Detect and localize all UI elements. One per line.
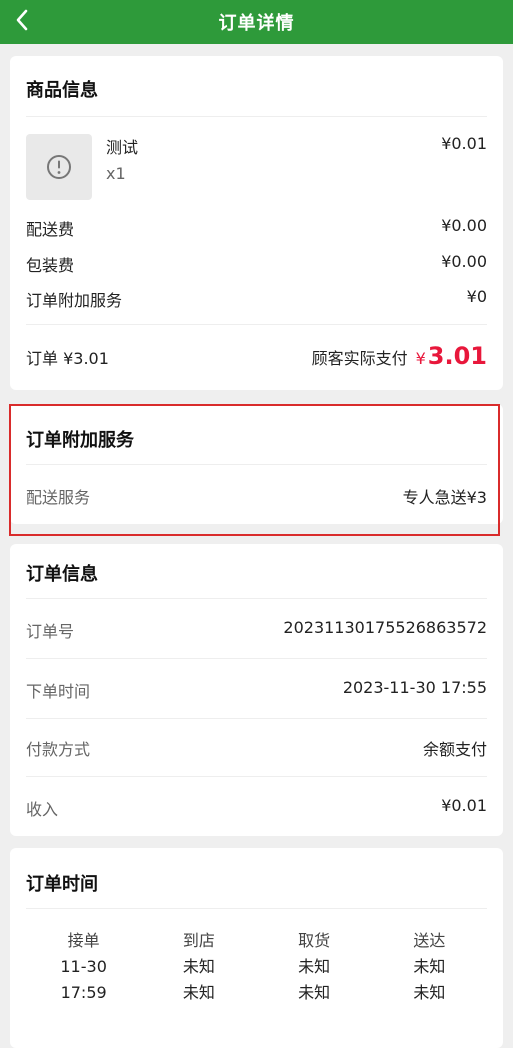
delivery-fee-label: 配送费 (26, 220, 75, 239)
customer-paid-amount: 3.01 (427, 342, 487, 370)
timeline-label: 取货 (298, 931, 331, 950)
product-name: 测试 (106, 138, 139, 157)
top-bar: 订单详情 (0, 0, 513, 44)
timeline-accepted: 接单 11-30 17:59 (26, 928, 141, 1006)
divider (26, 324, 487, 325)
order-info-title: 订单信息 (26, 564, 98, 585)
timeline-value: 未知 (413, 957, 446, 976)
income-label: 收入 (26, 800, 59, 819)
timeline-value: 未知 (298, 957, 331, 976)
timeline-picked-up: 取货 未知 未知 (257, 928, 372, 1006)
timeline-arrived: 到店 未知 未知 (141, 928, 256, 1006)
packing-fee-value: ¥0.00 (441, 252, 487, 271)
customer-paid-label: 顾客实际支付 (311, 349, 408, 368)
divider (26, 718, 487, 719)
delivery-fee-value: ¥0.00 (441, 216, 487, 235)
delivery-service-value: 专人急送¥3 (402, 488, 487, 507)
order-timeline: 接单 11-30 17:59 到店 未知 未知 取货 未知 未知 送达 未知 未… (26, 928, 487, 1006)
extra-service-fee-label: 订单附加服务 (26, 291, 123, 310)
timeline-delivered: 送达 未知 未知 (372, 928, 487, 1006)
goods-card: 商品信息 测试 x1 ¥0.01 配送费 ¥0.00 包装费 ¥0.00 订单附… (10, 56, 503, 390)
order-time-row: 下单时间 2023-11-30 17:55 (26, 678, 487, 702)
chevron-left-icon (16, 9, 28, 31)
order-number-label: 订单号 (26, 622, 75, 641)
delivery-service-label: 配送服务 (26, 488, 91, 507)
timeline-value: 未知 (182, 957, 215, 976)
order-time-card: 订单时间 接单 11-30 17:59 到店 未知 未知 取货 未知 未知 送达… (10, 848, 503, 1048)
order-time-label: 下单时间 (26, 682, 91, 701)
timeline-value: 未知 (182, 983, 215, 1002)
back-button[interactable] (10, 6, 34, 34)
order-info-card: 订单信息 订单号 20231130175526863572 下单时间 2023-… (10, 544, 503, 836)
payment-method-value: 余额支付 (422, 740, 487, 759)
divider (26, 658, 487, 659)
divider (26, 908, 487, 909)
timeline-label: 到店 (182, 931, 215, 950)
income-value: ¥0.01 (441, 796, 487, 815)
goods-title: 商品信息 (26, 80, 98, 101)
order-number-row: 订单号 20231130175526863572 (26, 618, 487, 642)
product-thumbnail (26, 134, 92, 200)
alert-circle-icon (47, 155, 71, 179)
order-time-title: 订单时间 (26, 874, 98, 895)
delivery-fee-row: 配送费 ¥0.00 (26, 216, 487, 240)
timeline-value: 11-30 (60, 957, 107, 976)
order-total: 订单 ¥3.01 (26, 349, 109, 368)
order-time-value: 2023-11-30 17:55 (342, 678, 487, 697)
currency-symbol: ¥ (415, 349, 426, 368)
divider (26, 116, 487, 117)
order-number-value: 20231130175526863572 (283, 618, 487, 637)
timeline-value: 未知 (298, 983, 331, 1002)
delivery-service-row: 配送服务 专人急送¥3 (26, 484, 487, 508)
extra-service-fee-row: 订单附加服务 ¥0 (26, 287, 487, 311)
packing-fee-row: 包装费 ¥0.00 (26, 252, 487, 276)
customer-paid: 顾客实际支付 ¥3.01 (312, 342, 487, 370)
product-price: ¥0.01 (441, 134, 487, 153)
timeline-label: 送达 (413, 931, 446, 950)
extra-service-title: 订单附加服务 (26, 430, 134, 451)
divider (26, 776, 487, 777)
payment-method-row: 付款方式 余额支付 (26, 736, 487, 760)
product-quantity: x1 (106, 164, 126, 183)
timeline-value: 未知 (413, 983, 446, 1002)
extra-service-card: 订单附加服务 配送服务 专人急送¥3 (10, 404, 503, 524)
divider (26, 598, 487, 599)
total-row: 订单 ¥3.01 顾客实际支付 ¥3.01 (26, 342, 487, 370)
payment-method-label: 付款方式 (26, 740, 91, 759)
income-row: 收入 ¥0.01 (26, 796, 487, 820)
extra-service-fee-value: ¥0 (466, 287, 487, 306)
page-title: 订单详情 (218, 13, 295, 34)
timeline-label: 接单 (67, 931, 100, 950)
packing-fee-label: 包装费 (26, 256, 75, 275)
timeline-value: 17:59 (60, 983, 107, 1002)
divider (26, 464, 487, 465)
